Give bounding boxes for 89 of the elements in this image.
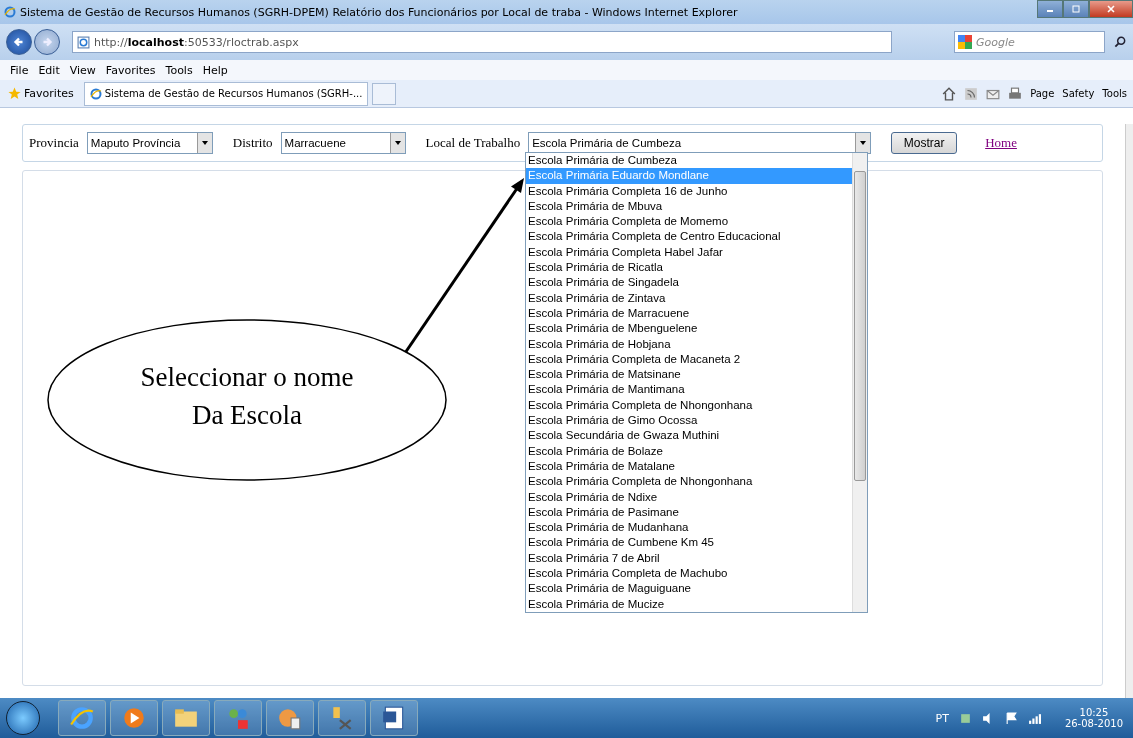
callout-text: Da Escola bbox=[191, 399, 303, 432]
window-title: Sistema de Gestão de Recursos Humanos (SGRH-DPEM) Relatório dos Funcionários por Local de traba - Windows Internet Explorer bbox=[20, 5, 739, 19]
dropdown-option[interactable]: Escola Primária Completa Habel Jafar bbox=[526, 244, 852, 261]
dropdown-option[interactable]: Escola Primária de Mbuva bbox=[526, 198, 852, 215]
dropdown-option[interactable]: Escola Primária Completa de Centro Educacional bbox=[526, 229, 852, 245]
browser-logo-icon bbox=[69, 705, 95, 731]
page-icon bbox=[77, 35, 90, 49]
printer-icon[interactable] bbox=[1008, 86, 1023, 101]
maximize-button[interactable] bbox=[1063, 0, 1089, 18]
dropdown-option[interactable]: Escola Primária Completa 16 de Junho bbox=[526, 183, 852, 199]
dropdown-option[interactable]: Escola Primária de Hobjana bbox=[526, 336, 852, 352]
media-player-icon bbox=[121, 705, 147, 731]
restore-icon bbox=[1071, 5, 1081, 13]
field-label: Distrito bbox=[232, 135, 273, 151]
search-field[interactable]: Google bbox=[954, 31, 1105, 53]
browser-logo-icon bbox=[4, 6, 16, 18]
dropdown-option[interactable]: Escola Primária de Matalane bbox=[526, 458, 852, 475]
network-icon[interactable] bbox=[958, 711, 972, 725]
taskbar-button[interactable] bbox=[110, 700, 158, 736]
minimize-button[interactable] bbox=[1037, 0, 1063, 18]
home-link[interactable]: Home bbox=[985, 135, 1017, 151]
dropdown-option[interactable]: Escola Primária Completa de Nhongonhana bbox=[526, 474, 852, 490]
dropdown-option[interactable]: Escola Primária de Gimo Ocossa bbox=[526, 413, 852, 429]
dropdown-option[interactable]: Escola Primária de Mbenguelene bbox=[526, 321, 852, 337]
flag-icon[interactable] bbox=[1004, 711, 1018, 725]
search-placeholder: Google bbox=[976, 35, 1015, 49]
taskbar-button[interactable] bbox=[162, 700, 210, 736]
dropdown-option[interactable]: Escola Primária de Bolaze bbox=[526, 443, 852, 459]
field-label: Provincia bbox=[29, 135, 79, 151]
tab-title: Sistema de Gestão de Recursos Humanos (SGRH-... bbox=[104, 88, 363, 99]
menu-item[interactable]: View bbox=[65, 63, 100, 77]
menu-item[interactable]: Edit bbox=[34, 63, 64, 77]
dropdown-option[interactable]: Escola Primária Completa de Macaneta 2 bbox=[526, 351, 852, 368]
search-provider-icon bbox=[958, 35, 972, 49]
menu-item[interactable]: Help bbox=[198, 63, 232, 77]
taskbar-button[interactable] bbox=[318, 700, 366, 736]
browser-logo-icon bbox=[89, 87, 102, 100]
url-text: http://localhost:50533/rloctrab.aspx bbox=[94, 35, 299, 49]
clock-time[interactable]: 10:25 bbox=[1079, 707, 1109, 718]
forward-button[interactable] bbox=[34, 29, 60, 55]
dropdown-option[interactable]: Escola Primária de Zintava bbox=[526, 290, 852, 306]
menu-item[interactable]: Favorites bbox=[101, 63, 160, 77]
dropdown-option[interactable]: Escola Primária de Singadela bbox=[526, 275, 852, 291]
close-icon bbox=[1106, 5, 1116, 13]
search-icon[interactable] bbox=[1113, 35, 1127, 49]
feed-icon[interactable] bbox=[964, 86, 979, 101]
signal-icon[interactable] bbox=[1027, 711, 1041, 725]
favorites-button[interactable]: Favorites bbox=[6, 87, 80, 100]
menu-item[interactable]: Tools bbox=[161, 63, 197, 77]
menu-item[interactable]: File bbox=[6, 63, 33, 77]
scrollbar[interactable] bbox=[1125, 124, 1133, 698]
field-label: Local de Trabalho bbox=[425, 135, 521, 151]
dropdown-option[interactable]: Escola Primária 7 de Abril bbox=[526, 550, 852, 566]
dropdown-option[interactable]: Escola Primária de Cumbeza bbox=[526, 153, 852, 169]
show-button[interactable]: Mostrar bbox=[891, 132, 958, 154]
dropdown-option[interactable]: Escola Primária Completa de Machubo bbox=[526, 566, 852, 582]
callout-text: Seleccionar o nome bbox=[140, 361, 354, 394]
dropdown-option[interactable]: Escola Primária de Marracuene bbox=[526, 305, 852, 322]
dropdown-option[interactable]: Escola Primária Completa de Momemo bbox=[526, 214, 852, 230]
close-button[interactable] bbox=[1089, 0, 1133, 18]
dropdown-option[interactable]: Escola Primária de Matsinane bbox=[526, 367, 852, 383]
dropdown-option[interactable]: Escola Primária de Pasimane bbox=[526, 504, 852, 521]
dropdown[interactable]: Maputo Província bbox=[86, 132, 213, 154]
toolbar-menu-button[interactable]: Page bbox=[1030, 88, 1055, 99]
taskbar-button[interactable] bbox=[266, 700, 314, 736]
dropdown-option[interactable]: Escola Primária de Maguiguane bbox=[526, 581, 852, 597]
scrollbar-thumb[interactable] bbox=[854, 171, 866, 481]
start-button[interactable] bbox=[6, 701, 40, 735]
taskbar-button[interactable] bbox=[370, 700, 418, 736]
language-indicator[interactable]: PT bbox=[935, 711, 949, 725]
toolbar-menu-button[interactable]: Safety bbox=[1062, 88, 1095, 99]
clock-date[interactable]: 26-08-2010 bbox=[1064, 718, 1123, 729]
star-icon bbox=[8, 87, 21, 100]
dropdown-option[interactable]: Escola Primária Completa de Nhongonhana bbox=[526, 397, 852, 414]
scrollbar[interactable] bbox=[852, 153, 867, 612]
address-field[interactable]: http://localhost:50533/rloctrab.aspx bbox=[72, 31, 892, 53]
dropdown-option[interactable]: Escola Primária de Ndixe bbox=[526, 489, 852, 505]
toolbar-menu-button[interactable]: Tools bbox=[1102, 88, 1127, 99]
browser-tab[interactable]: Sistema de Gestão de Recursos Humanos (SGRH-... bbox=[83, 81, 369, 106]
dropdown-option[interactable]: Escola Primária de Ricatla bbox=[526, 260, 852, 276]
home-icon[interactable] bbox=[942, 86, 957, 101]
back-arrow-icon bbox=[12, 35, 26, 49]
dropdown-option[interactable]: Escola Primária de Mantimana bbox=[526, 382, 852, 398]
dropdown-option[interactable]: Escola Primária de Cumbene Km 45 bbox=[526, 535, 852, 551]
dropdown-option[interactable]: Escola Secundária de Gwaza Muthini bbox=[526, 428, 852, 444]
dropdown-option[interactable]: Escola Primária de Mudanhana bbox=[526, 520, 852, 536]
dropdown[interactable]: Marracuene bbox=[280, 132, 406, 154]
dropdown-option[interactable]: Escola Primária de Mucize bbox=[526, 596, 852, 612]
back-button[interactable] bbox=[6, 29, 32, 55]
